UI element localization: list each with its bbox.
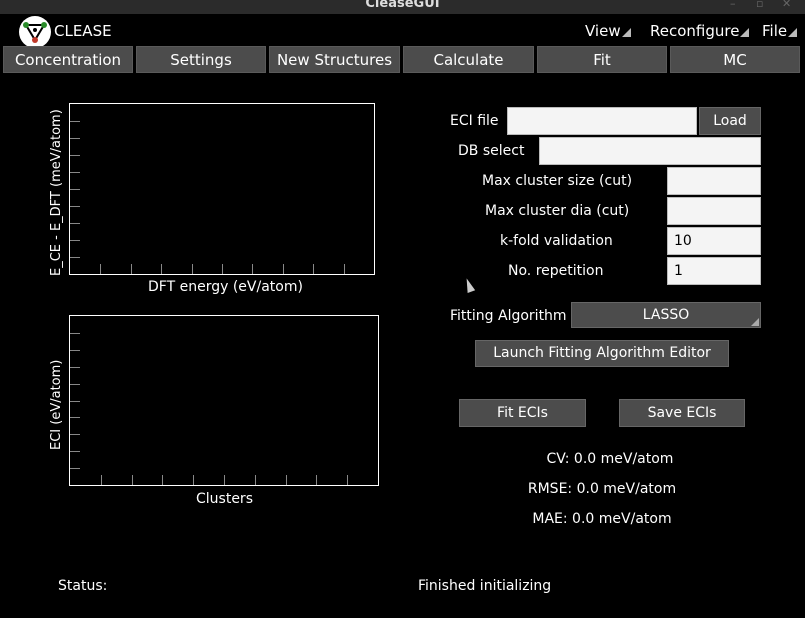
- axis-tick: [132, 475, 133, 485]
- menu-reconfigure-label: Reconfigure: [650, 22, 740, 40]
- db-select-input[interactable]: [539, 137, 761, 165]
- axis-tick: [100, 264, 101, 274]
- axis-tick: [70, 434, 80, 435]
- fitting-algorithm-select[interactable]: LASSO: [571, 302, 761, 328]
- cv-readout: CV: 0.0 meV/atom: [546, 451, 674, 467]
- tab-new-structures[interactable]: New Structures: [269, 46, 400, 73]
- axis-tick: [70, 223, 80, 224]
- rmse-readout: RMSE: 0.0 meV/atom: [527, 481, 677, 497]
- minimize-icon[interactable]: –: [730, 0, 736, 10]
- max-cluster-dia-input[interactable]: [667, 197, 761, 225]
- launch-fitting-editor-button[interactable]: Launch Fitting Algorithm Editor: [475, 340, 729, 367]
- axis-tick: [70, 401, 80, 402]
- eci-plot-xlabel: Clusters: [196, 491, 253, 507]
- axis-tick: [70, 417, 80, 418]
- axis-tick: [344, 264, 345, 274]
- axis-tick: [255, 475, 256, 485]
- axis-tick: [70, 367, 80, 368]
- fit-ecis-button[interactable]: Fit ECIs: [459, 399, 586, 427]
- axis-tick: [162, 475, 163, 485]
- axis-tick: [70, 121, 80, 122]
- menu-reconfigure[interactable]: Reconfigure: [650, 22, 750, 40]
- window-title: CleaseGUI: [365, 0, 440, 11]
- menu-file[interactable]: File: [762, 22, 798, 40]
- db-select-label: DB select: [458, 143, 525, 159]
- axis-tick: [193, 475, 194, 485]
- dropdown-corner-icon: [751, 318, 759, 326]
- maximize-icon[interactable]: ▫: [756, 0, 763, 10]
- axis-tick: [161, 264, 162, 274]
- axis-tick: [252, 264, 253, 274]
- fitting-algorithm-value: LASSO: [642, 307, 690, 323]
- axis-tick: [70, 155, 80, 156]
- repetition-input[interactable]: 1: [667, 257, 761, 285]
- tab-fit[interactable]: Fit: [537, 46, 667, 73]
- axis-tick: [70, 333, 80, 334]
- dropdown-corner-icon: [788, 28, 798, 37]
- window-titlebar: CleaseGUI – ▫ ✕: [0, 0, 805, 14]
- eci-plot-ylabel: ECI (eV/atom): [49, 359, 64, 450]
- tab-concentration[interactable]: Concentration: [3, 46, 133, 73]
- energy-error-plot: [69, 103, 375, 275]
- axis-tick: [70, 206, 80, 207]
- max-cluster-size-label: Max cluster size (cut): [482, 173, 633, 189]
- axis-tick: [222, 264, 223, 274]
- app-name: CLEASE: [54, 22, 112, 40]
- menu-file-label: File: [762, 22, 788, 40]
- dropdown-corner-icon: [621, 28, 631, 37]
- mae-readout: MAE: 0.0 meV/atom: [532, 511, 672, 527]
- axis-tick: [70, 138, 80, 139]
- k-fold-input[interactable]: 10: [667, 227, 761, 255]
- axis-tick: [283, 264, 284, 274]
- menu-bar: CLEASE View Reconfigure File: [0, 14, 805, 48]
- axis-tick: [70, 257, 80, 258]
- tab-calculate[interactable]: Calculate: [403, 46, 534, 73]
- axis-tick: [70, 468, 80, 469]
- axis-tick: [316, 475, 317, 485]
- eci-file-input[interactable]: [507, 107, 697, 135]
- axis-tick: [313, 264, 314, 274]
- eci-file-label: ECI file: [450, 113, 499, 129]
- axis-tick: [131, 264, 132, 274]
- status-label: Status:: [58, 578, 108, 594]
- k-fold-label: k-fold validation: [500, 233, 613, 249]
- load-button[interactable]: Load: [699, 107, 761, 135]
- eci-plot: [69, 315, 379, 486]
- max-cluster-dia-label: Max cluster dia (cut): [485, 203, 630, 219]
- fitting-algorithm-label: Fitting Algorithm: [450, 308, 567, 324]
- tab-bar: Concentration Settings New Structures Ca…: [0, 46, 805, 74]
- close-icon[interactable]: ✕: [782, 0, 791, 10]
- axis-tick: [70, 384, 80, 385]
- axis-tick: [347, 475, 348, 485]
- save-ecis-button[interactable]: Save ECIs: [619, 399, 745, 427]
- repetition-label: No. repetition: [508, 263, 604, 279]
- dropdown-corner-icon: [740, 28, 750, 37]
- axis-tick: [192, 264, 193, 274]
- axis-tick: [70, 240, 80, 241]
- energy-error-plot-xlabel: DFT energy (eV/atom): [148, 279, 303, 295]
- tab-settings[interactable]: Settings: [136, 46, 266, 73]
- energy-error-plot-ylabel: E_CE - E_DFT (meV/atom): [49, 109, 64, 276]
- axis-tick: [286, 475, 287, 485]
- axis-tick: [224, 475, 225, 485]
- axis-tick: [101, 475, 102, 485]
- menu-view[interactable]: View: [585, 22, 631, 40]
- axis-tick: [70, 189, 80, 190]
- mouse-cursor-icon: [462, 277, 476, 293]
- status-message: Finished initializing: [418, 578, 552, 594]
- menu-view-label: View: [585, 22, 621, 40]
- axis-tick: [70, 172, 80, 173]
- clease-logo-icon: [19, 16, 51, 48]
- axis-tick: [70, 350, 80, 351]
- max-cluster-size-input[interactable]: [667, 167, 761, 195]
- axis-tick: [70, 451, 80, 452]
- tab-mc[interactable]: MC: [670, 46, 800, 73]
